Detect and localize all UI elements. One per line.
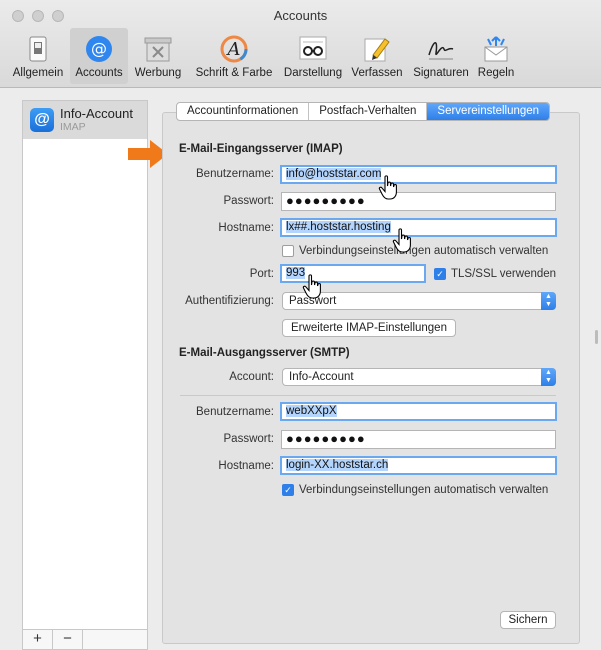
rules-icon bbox=[481, 35, 511, 63]
toolbar-item-regeln[interactable]: Regeln bbox=[474, 28, 518, 84]
incoming-ssl-checkbox[interactable]: ✓ TLS/SSL verwenden bbox=[434, 268, 556, 280]
account-list-item[interactable]: @ Info-Account IMAP bbox=[23, 101, 147, 139]
outgoing-hostname-label: Hostname: bbox=[218, 460, 274, 472]
tab-accountinformationen[interactable]: Accountinformationen bbox=[177, 103, 310, 120]
svg-text:@: @ bbox=[91, 39, 107, 58]
remove-account-button[interactable]: − bbox=[53, 630, 83, 649]
preferences-toolbar: Allgemein @ Accounts Werbung A Schrift &… bbox=[6, 28, 518, 84]
incoming-server-title: E-Mail-Eingangsserver (IMAP) bbox=[179, 143, 343, 155]
signature-icon bbox=[426, 35, 456, 63]
incoming-hostname-label: Hostname: bbox=[218, 222, 274, 234]
stepper-arrows-icon: ▲ ▼ bbox=[541, 292, 556, 310]
outgoing-password-label: Passwort: bbox=[223, 433, 275, 445]
toolbar-item-signaturen[interactable]: Signaturen bbox=[408, 28, 474, 84]
incoming-port-label: Port: bbox=[249, 268, 274, 280]
incoming-username-label: Benutzername: bbox=[196, 168, 274, 180]
svg-text:A: A bbox=[226, 39, 241, 60]
switch-icon bbox=[23, 35, 53, 63]
outgoing-server-title: E-Mail-Ausgangsserver (SMTP) bbox=[179, 347, 350, 359]
pencil-icon bbox=[362, 35, 392, 63]
outgoing-hostname-input[interactable]: login-XX.hoststar.ch bbox=[280, 456, 557, 475]
incoming-auto-manage-checkbox[interactable]: Verbindungseinstellungen automatisch ver… bbox=[282, 245, 548, 257]
toolbar-item-werbung[interactable]: Werbung bbox=[128, 28, 188, 84]
junk-mail-icon bbox=[143, 35, 173, 63]
incoming-auth-label: Authentifizierung: bbox=[185, 295, 274, 307]
toolbar-item-accounts[interactable]: @ Accounts bbox=[70, 28, 128, 84]
outgoing-password-input[interactable]: ●●●●●●●●● bbox=[281, 430, 556, 449]
tab-postfach-verhalten[interactable]: Postfach-Verhalten bbox=[309, 103, 428, 120]
incoming-password-label: Passwort: bbox=[223, 195, 275, 207]
incoming-hostname-input[interactable]: lx##.hoststar.hosting bbox=[280, 218, 557, 237]
sidebar-footer: + − bbox=[23, 629, 147, 649]
checkmark-icon: ✓ bbox=[282, 484, 294, 496]
hand-cursor-icon bbox=[392, 228, 411, 253]
account-name: Info-Account bbox=[60, 106, 133, 121]
toolbar-item-darstellung[interactable]: Darstellung bbox=[280, 28, 346, 84]
checkmark-icon: ✓ bbox=[434, 268, 446, 280]
at-icon: @ bbox=[30, 108, 54, 132]
section-divider bbox=[180, 395, 556, 396]
add-account-button[interactable]: + bbox=[23, 630, 53, 649]
outgoing-account-label: Account: bbox=[229, 371, 274, 383]
settings-tabs: Accountinformationen Postfach-Verhalten … bbox=[176, 102, 551, 121]
glasses-icon bbox=[298, 35, 328, 63]
hand-cursor-icon bbox=[378, 175, 397, 200]
incoming-password-input[interactable]: ●●●●●●●●● bbox=[281, 192, 556, 211]
outgoing-account-select[interactable]: Info-Account ▲ ▼ bbox=[282, 368, 556, 386]
window-title: Accounts bbox=[273, 8, 328, 23]
outgoing-auto-manage-checkbox[interactable]: ✓ Verbindungseinstellungen automatisch v… bbox=[282, 484, 548, 496]
tab-servereinstellungen[interactable]: Servereinstellungen bbox=[427, 103, 550, 120]
at-icon: @ bbox=[84, 35, 114, 63]
toolbar-item-verfassen[interactable]: Verfassen bbox=[346, 28, 408, 84]
checkbox-box bbox=[282, 245, 294, 257]
font-color-icon: A bbox=[219, 35, 249, 63]
outgoing-username-input[interactable]: webXXpX bbox=[280, 402, 557, 421]
hand-cursor-icon bbox=[302, 274, 321, 299]
toolbar-item-schrift-farbe[interactable]: A Schrift & Farbe bbox=[188, 28, 280, 84]
window-titlebar: Accounts Allgemein @ Accounts Werbung A … bbox=[0, 0, 601, 88]
accounts-sidebar: @ Info-Account IMAP + − bbox=[22, 100, 148, 650]
advanced-imap-settings-button[interactable]: Erweiterte IMAP-Einstellungen bbox=[282, 319, 456, 337]
incoming-username-input[interactable]: info@hoststar.com bbox=[280, 165, 557, 184]
stepper-arrows-icon: ▲ ▼ bbox=[541, 368, 556, 386]
save-button[interactable]: Sichern bbox=[500, 611, 556, 629]
toolbar-item-allgemein[interactable]: Allgemein bbox=[6, 28, 70, 84]
account-type: IMAP bbox=[60, 121, 86, 133]
outgoing-username-label: Benutzername: bbox=[196, 406, 274, 418]
window-resize-handle[interactable] bbox=[595, 330, 598, 344]
